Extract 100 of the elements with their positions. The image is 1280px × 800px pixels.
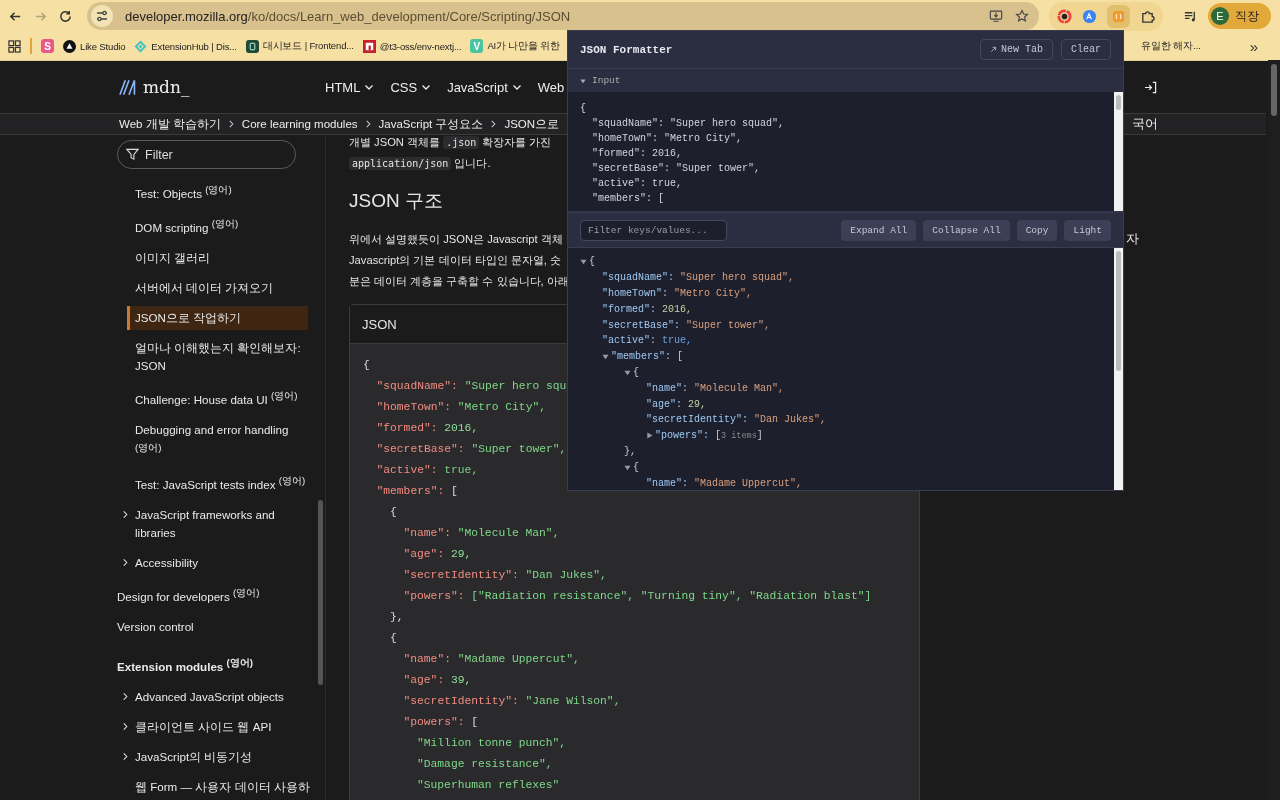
scrollbar-thumb[interactable] <box>318 500 323 685</box>
chevron-right-icon <box>227 119 235 129</box>
color-wheel-icon[interactable] <box>1057 8 1072 24</box>
chevron-right-icon[interactable] <box>122 752 129 761</box>
clear-button[interactable]: Clear <box>1061 39 1111 60</box>
bookmark-link[interactable]: 대시보드 | Frontend... <box>262 39 354 53</box>
code-line: "powers": ["Radiation resistance", "Turning tiny", "Radiation blast"] <box>403 589 872 602</box>
chevron-right-icon[interactable] <box>122 510 129 520</box>
chevron-right-icon <box>490 119 498 129</box>
caret-icon <box>580 77 586 84</box>
sidebar-link[interactable]: Design for developers $^{(영어)}$ <box>117 578 307 613</box>
nav-menu-button[interactable]: JavaScript <box>447 79 522 95</box>
toolbar-button[interactable]: Collapse All <box>923 219 1010 241</box>
sidebar-link[interactable]: DOM scripting $^{(영어)}$ <box>135 208 313 243</box>
tree-line: "formed": 2016, <box>602 303 693 315</box>
login-icon[interactable] <box>1144 80 1158 94</box>
code-line: "Damage resistance", <box>417 757 553 770</box>
bookmark-link[interactable]: 유일한 해자... <box>1141 39 1201 53</box>
sidebar-link[interactable]: JavaScript frameworks and libraries <box>135 500 313 549</box>
tree-line: "members": [ <box>611 351 684 363</box>
section-toggle[interactable]: Input <box>568 69 1123 92</box>
scrollbar-thumb[interactable] <box>1116 95 1121 110</box>
language-selector[interactable]: 국어 <box>1132 115 1159 133</box>
translate-icon[interactable] <box>1082 8 1097 24</box>
bookmark-link[interactable]: @t3-oss/env-nextj... <box>379 40 462 52</box>
json-input[interactable]: { "squadName": "Super hero squad", "homeTown": "Metro City", "formed": 2016, "secretBase": "Super tower", "active": true, "members": [ <box>568 92 1114 211</box>
chevron-right-icon[interactable] <box>122 558 129 568</box>
chevron-down-icon <box>511 82 522 92</box>
triangle-logo-icon[interactable] <box>63 39 76 53</box>
sidebar-link[interactable]: Challenge: House data UI $^{(영어)}$ <box>135 380 313 415</box>
breadcrumb-link[interactable]: Web 개발 학습하기 <box>119 116 221 132</box>
code-line: "name": "Molecule Man", <box>403 526 560 539</box>
tree-line: "active": true, <box>602 335 693 347</box>
install-icon[interactable] <box>989 9 1003 23</box>
code-line: "homeTown": "Metro City", <box>376 400 546 413</box>
more-bookmarks-button[interactable]: » <box>1249 37 1258 55</box>
square-logo-icon[interactable] <box>362 39 376 53</box>
nav-menu-button[interactable]: CSS <box>390 79 432 95</box>
scrollbar-thumb[interactable] <box>1116 251 1121 371</box>
toolbar-button[interactable]: Copy <box>1016 219 1058 241</box>
bookmark-link[interactable]: Like Studio <box>80 40 126 52</box>
toolbar-button[interactable]: Light <box>1064 219 1111 241</box>
tree-line: "secretIdentity": "Dan Jukes", <box>646 414 827 426</box>
filter-field[interactable]: Filter keys/values... <box>580 219 727 241</box>
breadcrumb-link[interactable]: JSON으로 <box>504 116 560 132</box>
profile-button[interactable]: E 직장 <box>1208 3 1271 29</box>
breadcrumb-link[interactable]: JavaScript 구성요소 <box>378 116 484 132</box>
nav-menu-button[interactable]: HTML <box>325 79 375 95</box>
code-line: "Million tonne punch", <box>417 736 567 749</box>
tree-toggle[interactable] <box>646 432 653 440</box>
new-tab-button[interactable]: New Tab <box>979 39 1053 60</box>
code-line: "members": [ <box>376 484 458 497</box>
tree-toggle[interactable] <box>580 258 587 266</box>
breadcrumb-link[interactable]: Core learning modules <box>241 118 358 130</box>
tree-line: { <box>589 256 595 268</box>
tree-line: "age": 29, <box>646 398 707 410</box>
apps-grid-icon[interactable] <box>8 39 21 53</box>
sidebar-link[interactable]: 서버에서 데이터 가져오기 <box>135 272 313 303</box>
puzzle-icon[interactable] <box>1140 8 1155 24</box>
sidebar-link[interactable]: 얼마나 이해했는지 확인해보자: JSON <box>135 332 313 381</box>
sidebar-link[interactable]: Test: Objects $^{(영어)}$ <box>135 175 313 209</box>
bookmark-link[interactable]: ExtensionHub | Dis... <box>151 40 237 52</box>
star-icon[interactable] <box>1015 9 1029 23</box>
sidebar-link[interactable]: 이미지 갤러리 <box>135 242 313 273</box>
paragraph-line: 자 <box>1126 231 1139 248</box>
sidebar-link[interactable]: 웹 Form — 사용자 데이터 사용하 <box>135 772 313 800</box>
code-line: "secretIdentity": "Jane Wilson", <box>403 694 621 707</box>
address-bar[interactable]: developer.mozilla.org/ko/docs/Learn_web_development/Core/Scripting/JSON <box>87 2 1039 30</box>
dashboard-logo-icon[interactable] <box>245 39 259 53</box>
tree-line: "name": "Molecule Man", <box>646 382 785 394</box>
sidebar-link[interactable]: JavaScript의 비동기성 <box>135 742 313 772</box>
bookmark-link[interactable]: AI가 나만을 위한 <box>487 39 561 53</box>
sidebar-link[interactable]: Version control <box>117 612 307 643</box>
sidebar-link[interactable]: Accessibility <box>135 548 313 579</box>
toolbar-button[interactable]: Expand All <box>841 219 917 241</box>
tree-toggle[interactable] <box>602 353 609 361</box>
sidebar-link[interactable]: Advanced JavaScript objects <box>135 682 313 712</box>
sidebar-link[interactable]: JSON으로 작업하기 <box>127 305 308 330</box>
code-line: "secretBase": "Super tower", <box>376 442 567 455</box>
code-line: "age": 39, <box>403 673 472 686</box>
chevron-right-icon[interactable] <box>122 692 129 701</box>
reload-icon[interactable] <box>58 8 73 24</box>
scrollbar-thumb[interactable] <box>1271 64 1277 116</box>
tree-toggle[interactable] <box>624 368 631 376</box>
chevron-down-icon <box>364 82 375 92</box>
arrow-icon <box>989 46 997 53</box>
chevron-right-icon[interactable] <box>122 722 129 731</box>
panel-title: JSON Formatter <box>580 43 673 56</box>
sidebar-link[interactable]: Test: JavaScript tests index $^{(영어)}$ <box>135 466 313 501</box>
sidebar-link[interactable]: 클라이언트 사이드 웹 API <box>135 712 313 742</box>
site-info-icon[interactable] <box>91 5 113 27</box>
tree-line: }, <box>624 445 636 457</box>
url-text[interactable]: developer.mozilla.org/ko/docs/Learn_web_development/Core/Scripting/JSON <box>125 8 977 24</box>
code-line: "active": true, <box>376 463 479 476</box>
filter-field[interactable]: Filter <box>117 140 296 169</box>
mdn-logo[interactable]: mdn_ <box>119 77 325 97</box>
section-heading: JSON 구조 <box>349 190 443 212</box>
sidebar-heading[interactable]: Extension modules $^{(영어)}$ <box>117 642 307 682</box>
tree-toggle[interactable] <box>624 463 631 471</box>
code-line: }, <box>390 610 404 623</box>
